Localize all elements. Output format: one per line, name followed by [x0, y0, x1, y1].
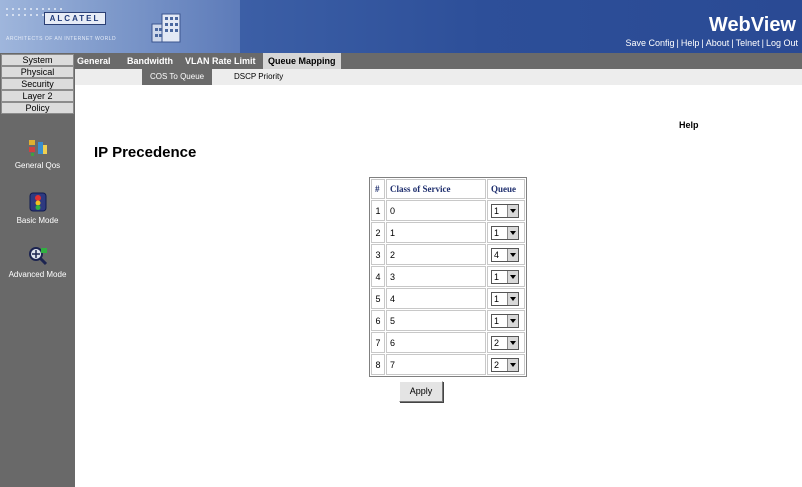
help-link[interactable]: Help	[681, 38, 700, 48]
tab-vlan-rate-limit[interactable]: VLAN Rate Limit	[185, 53, 256, 69]
class-of-service-value: 1	[386, 222, 486, 243]
queue-select-value: 1	[494, 315, 500, 326]
sidebar-item-layer2[interactable]: Layer 2	[1, 90, 74, 102]
queue-select-value: 1	[494, 227, 500, 238]
basic-mode-label: Basic Mode	[16, 216, 59, 225]
queue-select[interactable]: 4	[491, 247, 519, 262]
header-bar: ALCATEL ARCHITECTS OF AN INTERNET WORLD …	[0, 0, 802, 53]
row-number: 4	[371, 266, 385, 287]
table-header-row: # Class of Service Queue	[371, 179, 525, 199]
left-sidebar: System Physical Security Layer 2 Policy …	[0, 53, 75, 487]
queue-select[interactable]: 1	[491, 291, 519, 306]
subtab-cos-to-queue[interactable]: COS To Queue	[142, 69, 213, 85]
advanced-mode-icon	[28, 247, 47, 266]
logo-tagline: ARCHITECTS OF AN INTERNET WORLD	[6, 36, 117, 42]
class-of-service-value: 5	[386, 310, 486, 331]
chevron-down-icon[interactable]	[507, 226, 518, 239]
link-separator: |	[701, 38, 704, 48]
general-qos-label: General Qos	[14, 161, 61, 170]
row-number: 2	[371, 222, 385, 243]
advanced-mode-label: Advanced Mode	[8, 270, 67, 279]
table-row: 2 1 1	[371, 222, 525, 243]
help-link-main[interactable]: Help	[679, 120, 699, 130]
chevron-down-icon[interactable]	[507, 204, 518, 217]
building-icon	[151, 13, 181, 43]
chevron-down-icon[interactable]	[507, 314, 518, 327]
tab-general[interactable]: General	[77, 53, 111, 69]
queue-select[interactable]: 1	[491, 269, 519, 284]
chevron-down-icon[interactable]	[507, 358, 518, 371]
row-number: 3	[371, 244, 385, 265]
apply-button[interactable]: Apply	[399, 381, 443, 402]
row-number: 7	[371, 332, 385, 353]
queue-select[interactable]: 1	[491, 225, 519, 240]
queue-select-value: 1	[494, 271, 500, 282]
link-separator: |	[731, 38, 734, 48]
sidebar-item-system[interactable]: System	[1, 54, 74, 66]
tab-queue-mapping[interactable]: Queue Mapping	[263, 53, 341, 69]
basic-mode-icon	[29, 192, 46, 212]
sidebar-mode-advanced[interactable]: Advanced Mode	[0, 245, 75, 279]
class-of-service-value: 7	[386, 354, 486, 375]
chevron-down-icon[interactable]	[507, 248, 518, 261]
sidebar-mode-general-qos[interactable]: General Qos	[0, 138, 75, 170]
queue-select-value: 1	[494, 293, 500, 304]
general-qos-icon	[28, 140, 47, 156]
header-number: #	[371, 179, 385, 199]
telnet-link[interactable]: Telnet	[736, 38, 760, 48]
table-row: 4 3 1	[371, 266, 525, 287]
class-of-service-value: 3	[386, 266, 486, 287]
row-number: 8	[371, 354, 385, 375]
alcatel-logo: ALCATEL	[44, 12, 106, 25]
table-row: 7 6 2	[371, 332, 525, 353]
queue-select[interactable]: 1	[491, 203, 519, 218]
app-title: WebView	[708, 14, 796, 36]
page-title: IP Precedence	[94, 144, 197, 161]
sidebar-item-policy[interactable]: Policy	[1, 102, 74, 114]
row-number: 1	[371, 200, 385, 221]
queue-select-value: 1	[494, 205, 500, 216]
queue-select[interactable]: 2	[491, 357, 519, 372]
save-config-link[interactable]: Save Config	[625, 38, 674, 48]
queue-select-value: 2	[494, 337, 500, 348]
queue-select[interactable]: 2	[491, 335, 519, 350]
log-out-link[interactable]: Log Out	[766, 38, 798, 48]
class-of-service-value: 0	[386, 200, 486, 221]
sidebar-mode-basic[interactable]: Basic Mode	[0, 191, 75, 225]
queue-select-value: 4	[494, 249, 500, 260]
sub-tab-bar: COS To Queue DSCP Priority	[75, 69, 802, 85]
main-tab-bar: General Bandwidth VLAN Rate Limit Queue …	[75, 53, 802, 69]
class-of-service-value: 6	[386, 332, 486, 353]
chevron-down-icon[interactable]	[507, 292, 518, 305]
tab-bandwidth[interactable]: Bandwidth	[127, 53, 173, 69]
chevron-down-icon[interactable]	[507, 270, 518, 283]
table-row: 5 4 1	[371, 288, 525, 309]
table-row: 3 2 4	[371, 244, 525, 265]
header-class-of-service: Class of Service	[386, 179, 486, 199]
top-links: Save Config | Help | About | Telnet | Log Out	[625, 38, 798, 48]
table-row: 8 7 2	[371, 354, 525, 375]
header-queue: Queue	[487, 179, 525, 199]
sidebar-item-physical[interactable]: Physical	[1, 66, 74, 78]
table-row: 1 0 1	[371, 200, 525, 221]
about-link[interactable]: About	[706, 38, 730, 48]
queue-select[interactable]: 1	[491, 313, 519, 328]
logo-area: ALCATEL ARCHITECTS OF AN INTERNET WORLD	[0, 0, 240, 53]
link-separator: |	[676, 38, 679, 48]
queue-select-value: 2	[494, 359, 500, 370]
row-number: 6	[371, 310, 385, 331]
row-number: 5	[371, 288, 385, 309]
class-of-service-value: 4	[386, 288, 486, 309]
sidebar-item-security[interactable]: Security	[1, 78, 74, 90]
class-of-service-value: 2	[386, 244, 486, 265]
cos-queue-table: # Class of Service Queue 1 0 1 2 1 1 3 2…	[369, 177, 527, 377]
subtab-dscp-priority[interactable]: DSCP Priority	[234, 69, 283, 85]
link-separator: |	[761, 38, 764, 48]
chevron-down-icon[interactable]	[507, 336, 518, 349]
table-row: 6 5 1	[371, 310, 525, 331]
